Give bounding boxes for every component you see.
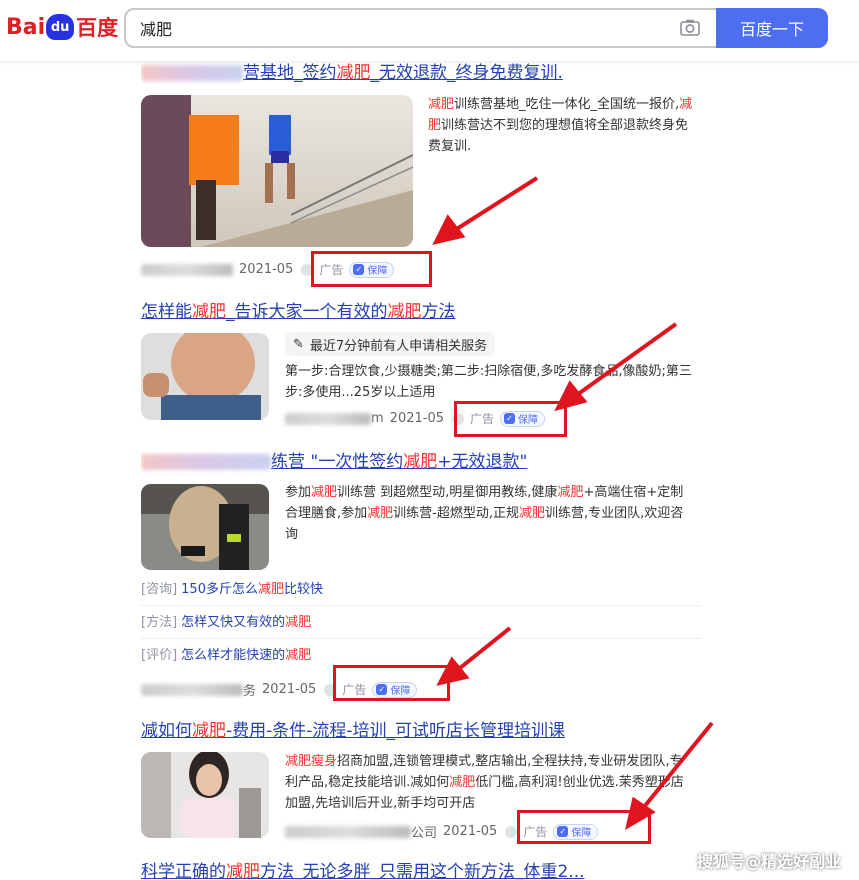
dropdown-icon[interactable] — [505, 825, 518, 838]
highlight-box — [454, 401, 567, 437]
search-input[interactable] — [140, 10, 660, 46]
watermark: 搜狐号@精选好副业 — [696, 852, 841, 871]
result-4: 减如何减肥-费用-条件-流程-培训_可试听店长管理培训课 — [141, 720, 701, 742]
result-5: 科学正确的减肥方法_无论多胖_只需用这个新方法_体重2... — [141, 861, 701, 880]
blurred-source — [285, 412, 371, 425]
running-photo — [141, 95, 413, 247]
top-bar: Bai du 百度 百度一下 — [0, 0, 859, 62]
search-box — [124, 8, 716, 48]
result-thumbnail[interactable] — [141, 333, 269, 420]
exercise-photo — [141, 484, 269, 570]
result-thumbnail[interactable] — [141, 484, 269, 570]
recent-notice: ✎ 最近7分钟前有人申请相关服务 — [285, 332, 496, 356]
search-button[interactable]: 百度一下 — [716, 8, 828, 48]
result-3: 练营 "一次性签约减肥+无效退款" — [141, 451, 701, 473]
result-title[interactable]: 练营 "一次性签约减肥+无效退款" — [141, 451, 701, 473]
paw-icon: du — [46, 14, 75, 40]
arrow-1-head — [432, 214, 466, 245]
result-thumbnail[interactable] — [141, 752, 269, 838]
blurred-text — [141, 65, 243, 81]
result-title[interactable]: 科学正确的减肥方法_无论多胖_只需用这个新方法_体重2... — [141, 861, 701, 880]
arrow-1-shaft — [450, 176, 539, 234]
logo-text-left: Bai — [6, 14, 46, 40]
baidu-logo[interactable]: Bai du 百度 — [6, 12, 118, 42]
pencil-icon: ✎ — [293, 336, 304, 352]
sub-link[interactable]: [方法] 怎样又快又有效的减肥 — [141, 606, 701, 639]
result-snippet: 第一步:合理饮食,少摄糖类;第二步:扫除宿便,多吃发酵食品,像酸奶;第三步:多使… — [285, 364, 692, 400]
logo-text-cn: 百度 — [76, 16, 119, 40]
blurred-text — [141, 454, 271, 470]
result-2: 怎样能减肥_告诉大家一个有效的减肥方法 — [141, 301, 701, 323]
result-1: 营基地_签约减肥_无效退款_终身免费复训. — [141, 62, 701, 84]
waist-photo — [141, 333, 269, 420]
blurred-source — [141, 263, 233, 276]
result-snippet: 减肥训练营基地_吃住一体化_全国统一报价,减肥训练营达不到您的理想值将全部退款终… — [428, 97, 693, 154]
highlight-box — [517, 810, 651, 844]
highlight-box — [333, 665, 450, 701]
result-snippet: 参加减肥训练营 到超燃型动,明星御用教练,健康减肥+高端住宿+定制合理膳食,参加… — [285, 485, 684, 542]
blurred-source — [285, 825, 411, 838]
camera-icon[interactable] — [680, 19, 700, 36]
trainer-photo — [141, 752, 269, 838]
result-title[interactable]: 营基地_签约减肥_无效退款_终身免费复训. — [141, 62, 701, 84]
blurred-source — [141, 683, 243, 696]
result-title[interactable]: 减如何减肥-费用-条件-流程-培训_可试听店长管理培训课 — [141, 720, 701, 742]
result-thumbnail[interactable] — [141, 95, 413, 247]
result-snippet: 减肥瘦身招商加盟,连锁管理模式,整店输出,全程扶持,专业研发团队,专利产品,稳定… — [285, 754, 684, 811]
sub-link[interactable]: [咨询] 150多斤怎么减肥比较快 — [141, 573, 701, 606]
result-title[interactable]: 怎样能减肥_告诉大家一个有效的减肥方法 — [141, 301, 701, 323]
highlight-box — [311, 251, 432, 287]
